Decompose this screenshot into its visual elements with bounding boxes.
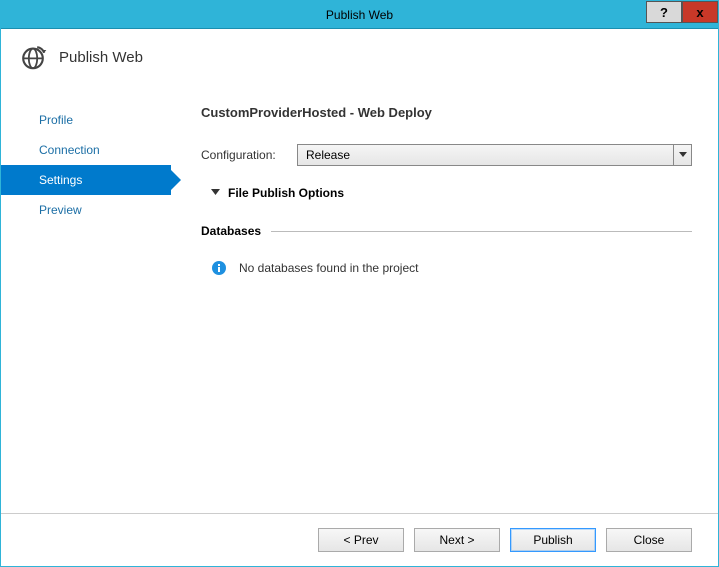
header-title: Publish Web [59, 49, 143, 66]
prev-button[interactable]: < Prev [318, 528, 404, 552]
next-button[interactable]: Next > [414, 528, 500, 552]
wizard-sidebar: Profile Connection Settings Preview [1, 101, 171, 513]
dropdown-arrow-button[interactable] [673, 145, 691, 165]
databases-empty-text: No databases found in the project [239, 261, 418, 275]
configuration-dropdown[interactable]: Release [297, 144, 692, 166]
dialog-body: Profile Connection Settings Preview Cust… [1, 101, 718, 513]
nav-item-profile[interactable]: Profile [1, 105, 171, 135]
globe-publish-icon [19, 43, 47, 71]
close-button[interactable]: Close [606, 528, 692, 552]
nav-item-preview[interactable]: Preview [1, 195, 171, 225]
databases-empty-row: No databases found in the project [211, 260, 692, 276]
expander-label: File Publish Options [228, 186, 344, 200]
close-window-button[interactable]: x [682, 1, 718, 23]
configuration-value: Release [298, 145, 673, 165]
configuration-label: Configuration: [201, 148, 287, 162]
info-icon [211, 260, 227, 276]
dialog-footer: < Prev Next > Publish Close [1, 513, 718, 566]
nav-item-settings[interactable]: Settings [1, 165, 171, 195]
titlebar-buttons: ? x [646, 1, 718, 28]
chevron-down-icon [211, 188, 220, 199]
file-publish-options-expander[interactable]: File Publish Options [211, 186, 692, 200]
help-button[interactable]: ? [646, 1, 682, 23]
publish-button[interactable]: Publish [510, 528, 596, 552]
configuration-row: Configuration: Release [201, 144, 692, 166]
databases-label: Databases [201, 224, 261, 238]
divider [271, 231, 692, 232]
page-title: CustomProviderHosted - Web Deploy [201, 105, 692, 120]
window-title: Publish Web [326, 8, 393, 22]
chevron-down-icon [679, 152, 687, 158]
databases-section-header: Databases [201, 224, 692, 238]
main-panel: CustomProviderHosted - Web Deploy Config… [171, 101, 718, 513]
dialog-header: Publish Web [1, 29, 718, 101]
titlebar: Publish Web ? x [1, 1, 718, 29]
nav-item-connection[interactable]: Connection [1, 135, 171, 165]
